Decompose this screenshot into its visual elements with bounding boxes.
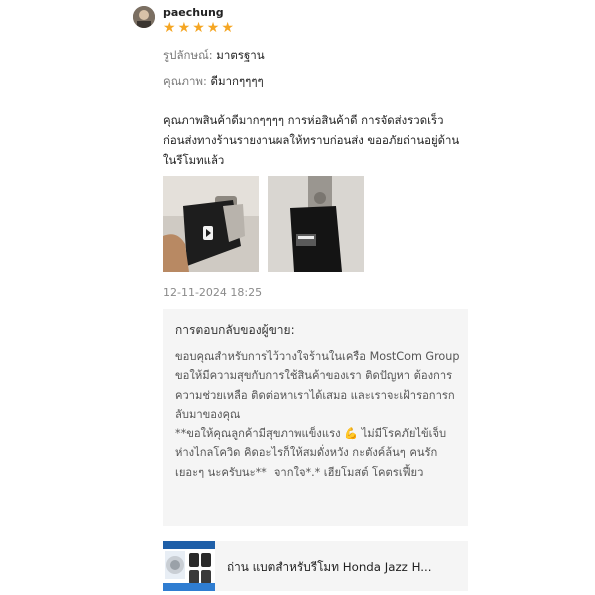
product-thumbnail (163, 541, 215, 591)
reviewer-avatar[interactable] (133, 6, 155, 28)
review-text: คุณภาพสินค้าดีมากๆๆๆๆ การห่อสินค้าดี การ… (163, 113, 460, 167)
appearance-row: รูปลักษณ์: มาตรฐาน (163, 47, 265, 65)
car-key-closeup-icon (268, 176, 364, 272)
seller-reply-body: ขอบคุณสำหรับการไว้วางใจร้านในเครือ MostC… (175, 350, 460, 479)
review-timestamp: 12-11-2024 18:25 (163, 286, 263, 299)
appearance-value: มาตรฐาน (216, 48, 265, 62)
star-icon: ★ (206, 20, 220, 36)
seller-reply-box: การตอบกลับของผู้ขาย: ขอบคุณสำหรับการไว้ว… (163, 309, 468, 526)
star-icon: ★ (163, 20, 176, 36)
quality-label: คุณภาพ: (163, 74, 207, 88)
star-icon: ★ (177, 20, 191, 36)
product-title[interactable]: ถ่าน แบตสำหรับรีโมท Honda Jazz H... (227, 558, 463, 577)
battery-product-icon (163, 541, 215, 591)
review-photo-1[interactable] (163, 176, 259, 272)
seller-reply-title: การตอบกลับของผู้ขาย: (175, 323, 295, 337)
quality-value: ดีมากๆๆๆๆ (210, 74, 264, 88)
product-link-card[interactable]: ถ่าน แบตสำหรับรีโมท Honda Jazz H... (163, 541, 468, 591)
avatar-image (133, 6, 155, 28)
review-photo-2[interactable] (268, 176, 364, 272)
star-icon: ★ (221, 20, 234, 36)
appearance-label: รูปลักษณ์: (163, 48, 213, 62)
car-key-photo-icon (163, 176, 259, 272)
star-icon: ★ (192, 20, 205, 36)
quality-row: คุณภาพ: ดีมากๆๆๆๆ (163, 73, 264, 91)
rating-stars: ★ ★ ★ ★ ★ (163, 18, 236, 38)
